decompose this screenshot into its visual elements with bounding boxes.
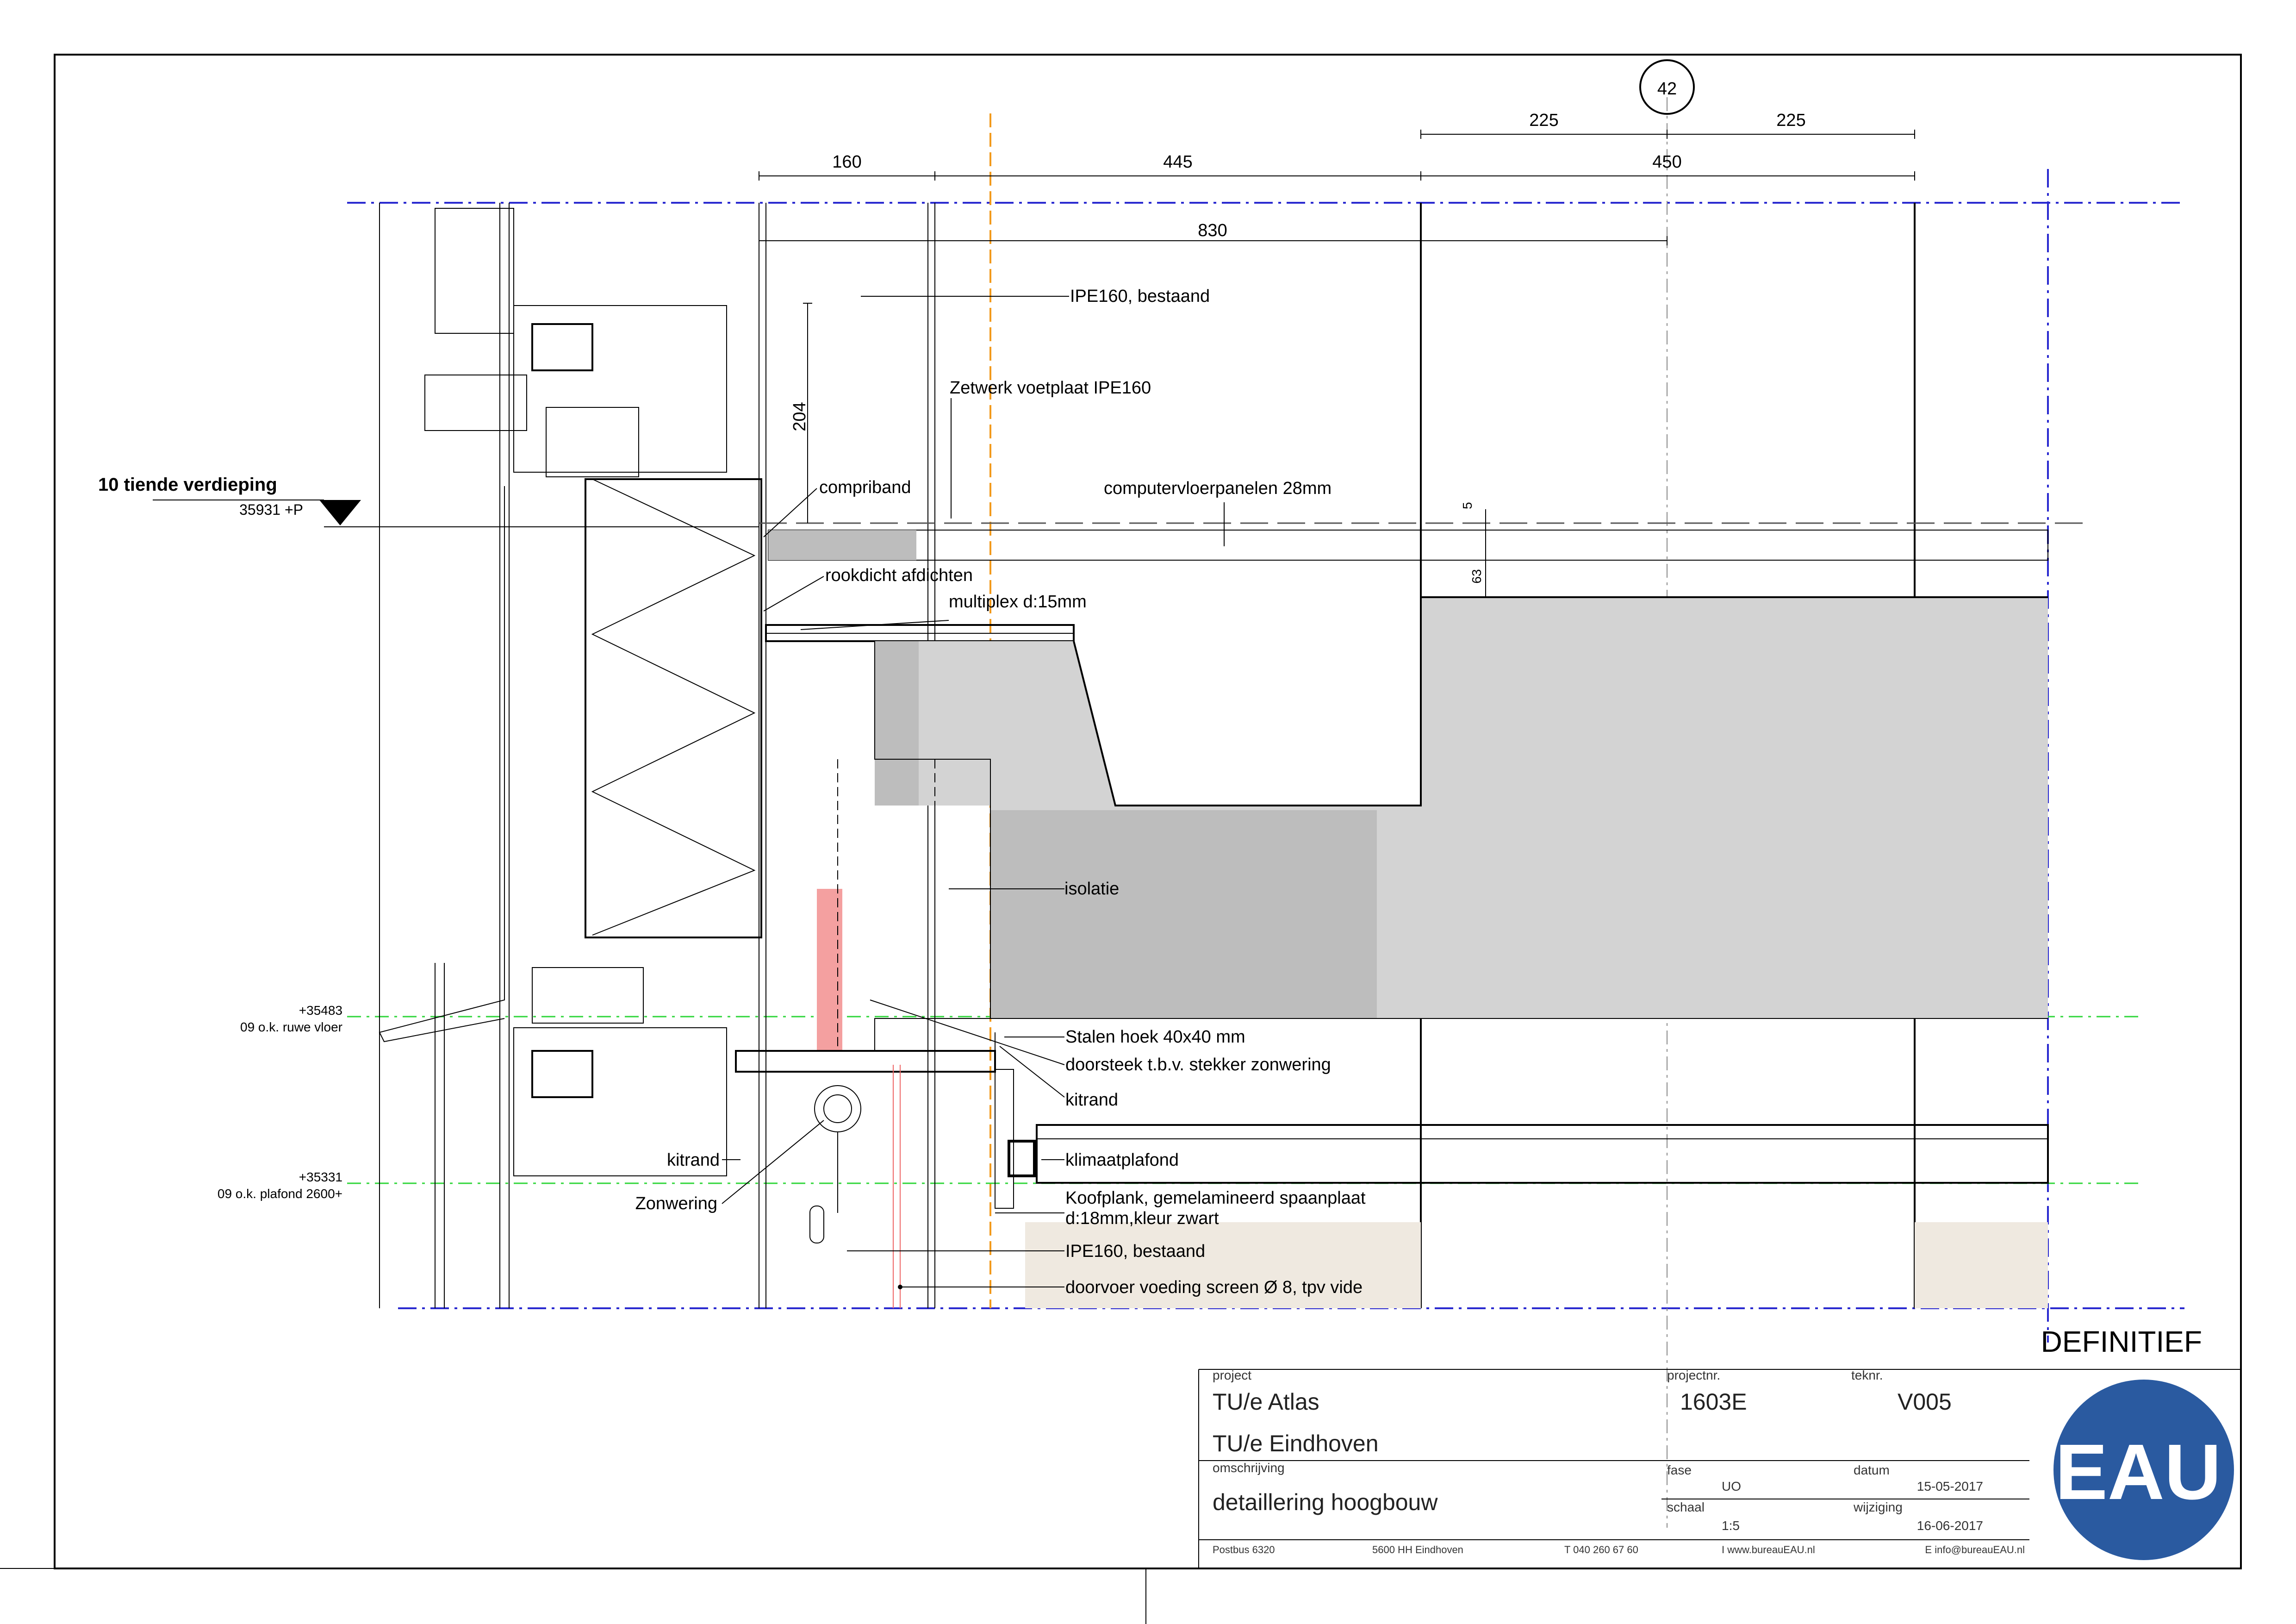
tb-postbus: Postbus 6320 — [1213, 1544, 1275, 1555]
ceiling-value: +35331 — [299, 1170, 342, 1184]
tb-projectnr: 1603E — [1680, 1389, 1747, 1415]
level-triangle-icon — [319, 500, 361, 525]
ceiling-name: 09 o.k. plafond 2600+ — [218, 1187, 342, 1201]
dim-450: 450 — [1652, 152, 1681, 172]
label-ipe-bottom: IPE160, bestaand — [1065, 1242, 1205, 1261]
tb-schaal-label: schaal — [1667, 1500, 1705, 1514]
steel-angle — [735, 1050, 996, 1073]
tb-client: TU/e Eindhoven — [1213, 1430, 1379, 1456]
dim-5: 5 — [1460, 502, 1475, 509]
label-koofplank-2: d:18mm,kleur zwart — [1065, 1209, 1219, 1228]
tb-schaal: 1:5 — [1722, 1518, 1740, 1533]
label-ipe-top: IPE160, bestaand — [1070, 287, 1210, 306]
tb-datum: 15-05-2017 — [1917, 1479, 1983, 1493]
rough-floor-value: +35483 — [299, 1003, 342, 1018]
tb-omschrijving: detaillering hoogbouw — [1213, 1489, 1438, 1515]
tb-telefoon: T 040 260 67 60 — [1564, 1544, 1638, 1555]
tb-project-label: project — [1213, 1368, 1251, 1382]
dim-830: 830 — [1198, 221, 1227, 240]
label-zonwering: Zonwering — [635, 1194, 717, 1213]
status-label: DEFINITIEF — [2041, 1325, 2202, 1358]
level-markers: 10 tiende verdieping 35931 +P +35483 09 … — [98, 475, 759, 1201]
zonwering-roll — [814, 1085, 861, 1132]
dim-225-left: 225 — [1529, 111, 1558, 130]
tb-tekenr-label: teknr. — [1851, 1368, 1883, 1382]
tb-tekenr: V005 — [1898, 1389, 1952, 1415]
label-zetwerk: Zetwerk voetplaat IPE160 — [950, 378, 1151, 398]
label-koofplank-1: Koofplank, gemelamineerd spaanplaat — [1065, 1188, 1366, 1208]
label-stalen-hoek: Stalen hoek 40x40 mm — [1065, 1027, 1245, 1047]
tb-fase-label: fase — [1667, 1463, 1692, 1477]
klimaatplafond-panel — [1036, 1124, 2049, 1184]
highlight-red-zone — [817, 889, 842, 1051]
tb-website: I www.bureauEAU.nl — [1722, 1544, 1815, 1555]
computer-floor-panels — [768, 530, 2048, 561]
tb-wijziging-label: wijziging — [1853, 1500, 1903, 1514]
rough-floor-name: 09 o.k. ruwe vloer — [240, 1020, 342, 1034]
level-10-value: 35931 +P — [239, 501, 303, 518]
detail-drawing-sheet: 42 225 225 160 445 450 830 204 5 63 10 t… — [0, 54, 2242, 1624]
label-compriband: compriband — [819, 478, 911, 497]
grid-marker-label: 42 — [1657, 79, 1677, 99]
label-isolatie: isolatie — [1064, 879, 1119, 899]
dim-204: 204 — [790, 402, 809, 431]
koofplank — [1008, 1140, 1036, 1177]
label-rookdicht: rookdicht afdichten — [825, 566, 973, 585]
concrete-slab — [765, 596, 2048, 1051]
label-kitrand-right: kitrand — [1065, 1090, 1118, 1110]
tb-omschrijving-label: omschrijving — [1213, 1461, 1285, 1475]
level-10-name: 10 tiende verdieping — [98, 475, 277, 495]
beige-zone-right — [1915, 1222, 2048, 1308]
tb-datum-label: datum — [1854, 1463, 1890, 1477]
dim-225-right: 225 — [1776, 111, 1805, 130]
dim-63: 63 — [1469, 569, 1484, 583]
label-doorsteek: doorsteek t.b.v. stekker zonwering — [1065, 1055, 1331, 1074]
eau-logo-text: EAU — [2055, 1428, 2221, 1516]
dim-160: 160 — [832, 152, 861, 172]
eau-logo: EAU — [2053, 1380, 2234, 1560]
dim-445: 445 — [1163, 152, 1192, 172]
dimension-lines: 42 225 225 160 445 450 830 204 5 63 — [759, 59, 1915, 597]
label-klimaatplafond: klimaatplafond — [1065, 1150, 1179, 1170]
label-computervloer: computervloerpanelen 28mm — [1104, 479, 1332, 498]
label-multiplex: multiplex d:15mm — [949, 592, 1087, 612]
tb-postcode: 5600 HH Eindhoven — [1372, 1544, 1463, 1555]
label-doorvoer: doorvoer voeding screen Ø 8, tpv vide — [1065, 1278, 1363, 1297]
ceiling-system — [735, 1032, 2049, 1308]
facade-profiles — [379, 208, 762, 1308]
tb-fase: UO — [1722, 1479, 1741, 1493]
tb-projectnr-label: projectnr. — [1667, 1368, 1720, 1382]
tb-project-name: TU/e Atlas — [1213, 1389, 1319, 1415]
tb-email: E info@bureauEAU.nl — [1925, 1544, 2025, 1555]
label-kitrand-left: kitrand — [667, 1150, 720, 1170]
tb-wijziging: 16-06-2017 — [1917, 1518, 1983, 1533]
